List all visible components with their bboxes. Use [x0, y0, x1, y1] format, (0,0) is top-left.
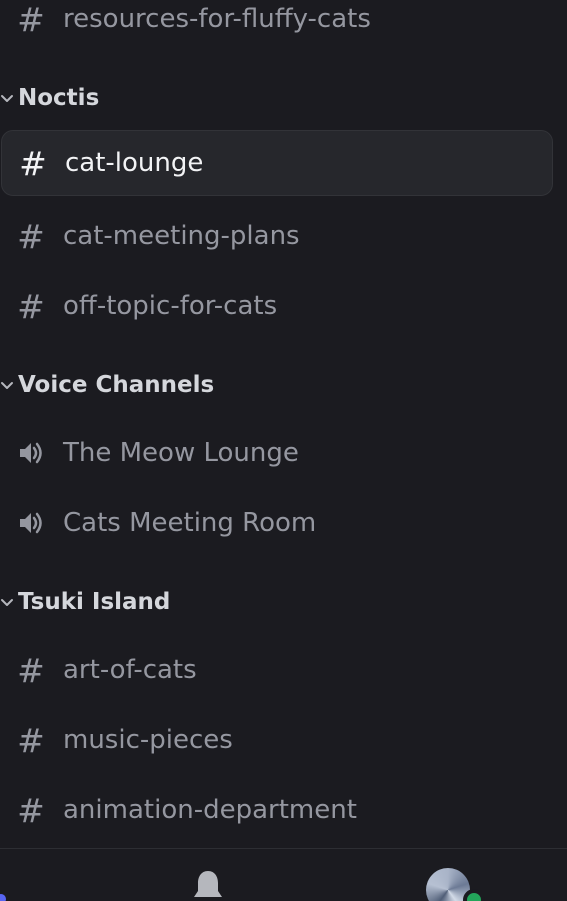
- channel-cat-meeting-plans[interactable]: # cat-meeting-plans: [0, 203, 552, 269]
- category-label: Tsuki Island: [18, 589, 171, 615]
- channel-cat-lounge[interactable]: # cat-lounge: [1, 130, 553, 196]
- hash-icon: #: [19, 143, 47, 183]
- channel-music-pieces[interactable]: # music-pieces: [0, 707, 552, 773]
- channel-label: Cats Meeting Room: [63, 508, 317, 538]
- hash-icon: #: [17, 286, 45, 326]
- channel-list: # resources-for-fluffy-cats Noctis # cat…: [0, 0, 567, 848]
- category-label: Noctis: [18, 85, 100, 111]
- chevron-down-icon: [1, 382, 13, 389]
- channel-label: cat-lounge: [65, 148, 204, 178]
- hash-icon: #: [17, 0, 45, 39]
- channel-label: off-topic-for-cats: [63, 291, 278, 321]
- speaker-icon: [15, 437, 47, 469]
- category-tsuki-island[interactable]: Tsuki Island: [0, 587, 170, 617]
- channel-resources-for-fluffy-cats[interactable]: # resources-for-fluffy-cats: [0, 0, 552, 52]
- bell-icon[interactable]: [190, 868, 226, 901]
- category-noctis[interactable]: Noctis: [0, 83, 99, 113]
- chevron-down-icon: [1, 599, 13, 606]
- channel-label: art-of-cats: [63, 655, 197, 685]
- category-voice-channels[interactable]: Voice Channels: [0, 370, 214, 400]
- channel-art-of-cats[interactable]: # art-of-cats: [0, 637, 552, 703]
- hash-icon: #: [17, 650, 45, 690]
- voice-channel-cats-meeting-room[interactable]: Cats Meeting Room: [0, 490, 552, 556]
- channel-label: The Meow Lounge: [63, 438, 299, 468]
- chevron-down-icon: [1, 95, 13, 102]
- channel-label: resources-for-fluffy-cats: [63, 4, 371, 34]
- voice-channel-the-meow-lounge[interactable]: The Meow Lounge: [0, 420, 552, 486]
- channel-animation-department[interactable]: # animation-department: [0, 777, 552, 843]
- hash-icon: #: [17, 790, 45, 830]
- channel-label: cat-meeting-plans: [63, 221, 300, 251]
- hash-icon: #: [17, 216, 45, 256]
- channel-off-topic-for-cats[interactable]: # off-topic-for-cats: [0, 273, 552, 339]
- channel-label: music-pieces: [63, 725, 233, 755]
- server-sidebar: # resources-for-fluffy-cats Noctis # cat…: [0, 0, 567, 901]
- category-label: Voice Channels: [18, 372, 215, 398]
- speaker-icon: [15, 507, 47, 539]
- channel-label: animation-department: [63, 795, 357, 825]
- hash-icon: #: [17, 720, 45, 760]
